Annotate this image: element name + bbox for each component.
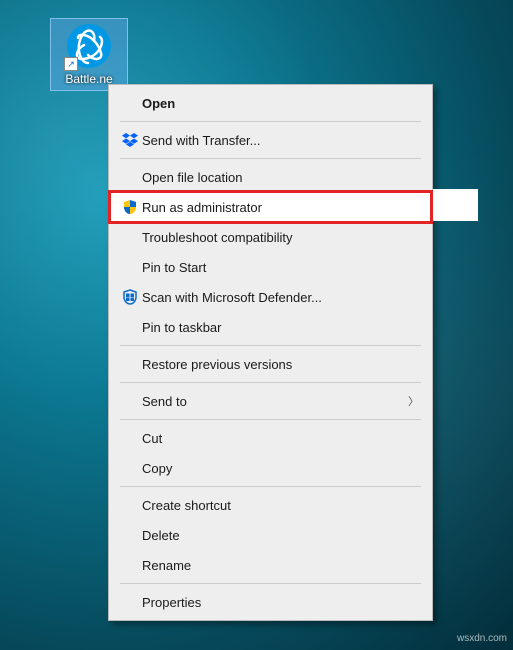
- menu-properties[interactable]: Properties: [110, 587, 431, 617]
- menu-copy[interactable]: Copy: [110, 453, 431, 483]
- menu-delete[interactable]: Delete: [110, 520, 431, 550]
- menu-label: Run as administrator: [142, 200, 419, 215]
- menu-label: Create shortcut: [142, 498, 419, 513]
- menu-open[interactable]: Open: [110, 88, 431, 118]
- menu-cut[interactable]: Cut: [110, 423, 431, 453]
- dropbox-transfer-icon: [118, 133, 142, 147]
- menu-troubleshoot[interactable]: Troubleshoot compatibility: [110, 222, 431, 252]
- menu-restore[interactable]: Restore previous versions: [110, 349, 431, 379]
- menu-pin-taskbar[interactable]: Pin to taskbar: [110, 312, 431, 342]
- menu-label: Scan with Microsoft Defender...: [142, 290, 419, 305]
- menu-separator: [120, 121, 421, 122]
- menu-label: Properties: [142, 595, 419, 610]
- menu-separator: [120, 583, 421, 584]
- menu-label: Pin to Start: [142, 260, 419, 275]
- menu-open-location[interactable]: Open file location: [110, 162, 431, 192]
- menu-label: Open file location: [142, 170, 419, 185]
- menu-send-transfer[interactable]: Send with Transfer...: [110, 125, 431, 155]
- menu-separator: [120, 382, 421, 383]
- menu-separator: [120, 419, 421, 420]
- menu-rename[interactable]: Rename: [110, 550, 431, 580]
- menu-label: Cut: [142, 431, 419, 446]
- menu-scan-defender[interactable]: Scan with Microsoft Defender...: [110, 282, 431, 312]
- menu-send-to[interactable]: Send to 〉: [110, 386, 431, 416]
- menu-separator: [120, 345, 421, 346]
- menu-label: Open: [142, 96, 419, 111]
- menu-label: Delete: [142, 528, 419, 543]
- shortcut-arrow-icon: ↗: [64, 57, 78, 71]
- menu-run-admin[interactable]: Run as administrator: [110, 192, 431, 222]
- menu-pin-start[interactable]: Pin to Start: [110, 252, 431, 282]
- context-menu: Open Send with Transfer... Open file loc…: [108, 84, 433, 621]
- menu-label: Send to: [142, 394, 408, 409]
- menu-label: Troubleshoot compatibility: [142, 230, 419, 245]
- watermark-text: wsxdn.com: [457, 633, 507, 644]
- desktop-shortcut-battlenet[interactable]: ↗ Battle.ne: [50, 18, 128, 91]
- uac-shield-icon: [118, 199, 142, 215]
- menu-separator: [120, 158, 421, 159]
- menu-label: Copy: [142, 461, 419, 476]
- menu-label: Restore previous versions: [142, 357, 419, 372]
- defender-shield-icon: [118, 289, 142, 305]
- chevron-right-icon: 〉: [408, 393, 419, 409]
- highlight-overflow: [433, 189, 478, 221]
- menu-create-shortcut[interactable]: Create shortcut: [110, 490, 431, 520]
- menu-label: Rename: [142, 558, 419, 573]
- menu-separator: [120, 486, 421, 487]
- menu-label: Send with Transfer...: [142, 133, 419, 148]
- menu-label: Pin to taskbar: [142, 320, 419, 335]
- battlenet-icon: ↗: [66, 23, 112, 69]
